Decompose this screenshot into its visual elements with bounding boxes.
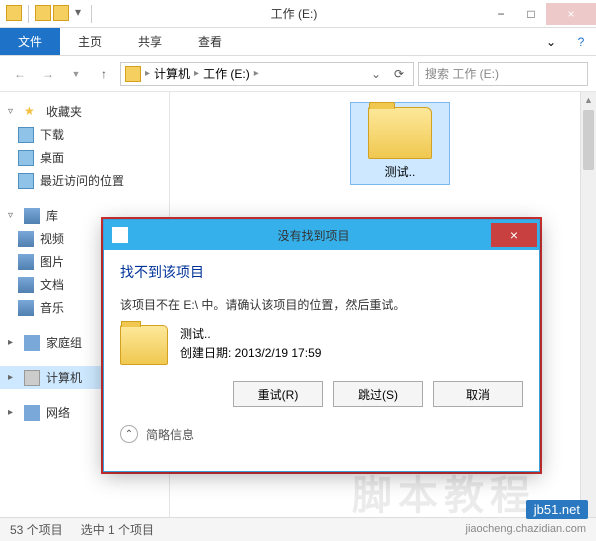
ribbon-expand-icon[interactable]: ⌄ xyxy=(536,28,566,55)
chevron-right-icon[interactable]: ▸ xyxy=(145,68,150,79)
navigation-bar: ← → ▼ ↑ ▸ 计算机 ▸ 工作 (E:) ▸ ⌄ ⟳ 搜索 工作 (E:) xyxy=(0,56,596,92)
vertical-scrollbar[interactable]: ▲ ▼ xyxy=(580,92,596,528)
forward-button[interactable]: → xyxy=(36,62,60,86)
chevron-right-icon[interactable]: ▸ xyxy=(254,68,259,79)
folder-icon xyxy=(368,107,432,159)
breadcrumb-computer[interactable]: 计算机 xyxy=(154,65,190,82)
tab-home[interactable]: 主页 xyxy=(60,28,120,55)
ribbon-tabs: 文件 主页 共享 查看 ⌄ ? xyxy=(0,28,596,56)
drive-icon xyxy=(125,66,141,82)
sidebar-recent[interactable]: 最近访问的位置 xyxy=(0,169,169,192)
sidebar-desktop[interactable]: 桌面 xyxy=(0,146,169,169)
dialog-file-name: 测试.. xyxy=(180,325,321,344)
tab-file[interactable]: 文件 xyxy=(0,28,60,55)
address-dropdown-icon[interactable]: ⌄ xyxy=(367,67,385,81)
watermark-faint: 脚本教程 xyxy=(352,463,536,521)
error-dialog: 没有找到项目 × 找不到该项目 该项目不在 E:\ 中。请确认该项目的位置，然后… xyxy=(103,219,540,472)
back-button[interactable]: ← xyxy=(8,62,32,86)
qat-icon-1[interactable] xyxy=(35,5,51,21)
qat-dropdown-icon[interactable]: ▾ xyxy=(71,5,85,23)
dialog-title: 没有找到项目 xyxy=(136,227,491,244)
cancel-button[interactable]: 取消 xyxy=(433,381,523,407)
watermark-site: jb51.net xyxy=(526,500,588,519)
app-icon xyxy=(6,5,22,21)
folder-item[interactable]: 测试.. xyxy=(350,102,450,185)
dialog-highlight: 没有找到项目 × 找不到该项目 该项目不在 E:\ 中。请确认该项目的位置，然后… xyxy=(101,217,542,474)
scroll-up-icon[interactable]: ▲ xyxy=(581,92,596,108)
skip-button[interactable]: 跳过(S) xyxy=(333,381,423,407)
qat-icon-2[interactable] xyxy=(53,5,69,21)
chevron-right-icon[interactable]: ▸ xyxy=(194,68,199,79)
search-placeholder: 搜索 工作 (E:) xyxy=(425,65,499,82)
sidebar-downloads[interactable]: 下载 xyxy=(0,123,169,146)
folder-label: 测试.. xyxy=(355,163,445,180)
up-button[interactable]: ↑ xyxy=(92,62,116,86)
scroll-thumb[interactable] xyxy=(583,110,594,170)
breadcrumb-drive[interactable]: 工作 (E:) xyxy=(203,65,250,82)
tab-view[interactable]: 查看 xyxy=(180,28,240,55)
dialog-close-button[interactable]: × xyxy=(491,223,537,247)
tab-share[interactable]: 共享 xyxy=(120,28,180,55)
dialog-heading: 找不到该项目 xyxy=(120,262,523,282)
address-bar[interactable]: ▸ 计算机 ▸ 工作 (E:) ▸ ⌄ ⟳ xyxy=(120,62,414,86)
chevron-up-icon: ⌃ xyxy=(120,425,138,443)
search-input[interactable]: 搜索 工作 (E:) xyxy=(418,62,588,86)
dialog-more-label: 简略信息 xyxy=(146,426,194,443)
sidebar-favorites[interactable]: ▿★收藏夹 xyxy=(0,100,169,123)
dialog-folder-icon xyxy=(120,325,168,365)
minimize-button[interactable]: − xyxy=(486,3,516,25)
dialog-message: 该项目不在 E:\ 中。请确认该项目的位置，然后重试。 xyxy=(120,296,523,313)
dialog-created-date: 创建日期: 2013/2/19 17:59 xyxy=(180,344,321,363)
watermark-sub: jiaocheng.chazidian.com xyxy=(466,523,586,535)
window-title: 工作 (E:) xyxy=(102,5,486,22)
history-dropdown-icon[interactable]: ▼ xyxy=(64,62,88,86)
window-titlebar: ▾ 工作 (E:) − □ × xyxy=(0,0,596,28)
retry-button[interactable]: 重试(R) xyxy=(233,381,323,407)
dialog-app-icon xyxy=(112,227,128,243)
dialog-more-toggle[interactable]: ⌃ 简略信息 xyxy=(120,417,523,443)
status-item-count: 53 个项目 xyxy=(10,521,63,538)
dialog-titlebar[interactable]: 没有找到项目 × xyxy=(104,220,539,250)
maximize-button[interactable]: □ xyxy=(516,3,546,25)
refresh-icon[interactable]: ⟳ xyxy=(389,67,409,81)
close-button[interactable]: × xyxy=(546,3,596,25)
status-selected-count: 选中 1 个项目 xyxy=(81,521,154,538)
help-icon[interactable]: ? xyxy=(566,28,596,55)
